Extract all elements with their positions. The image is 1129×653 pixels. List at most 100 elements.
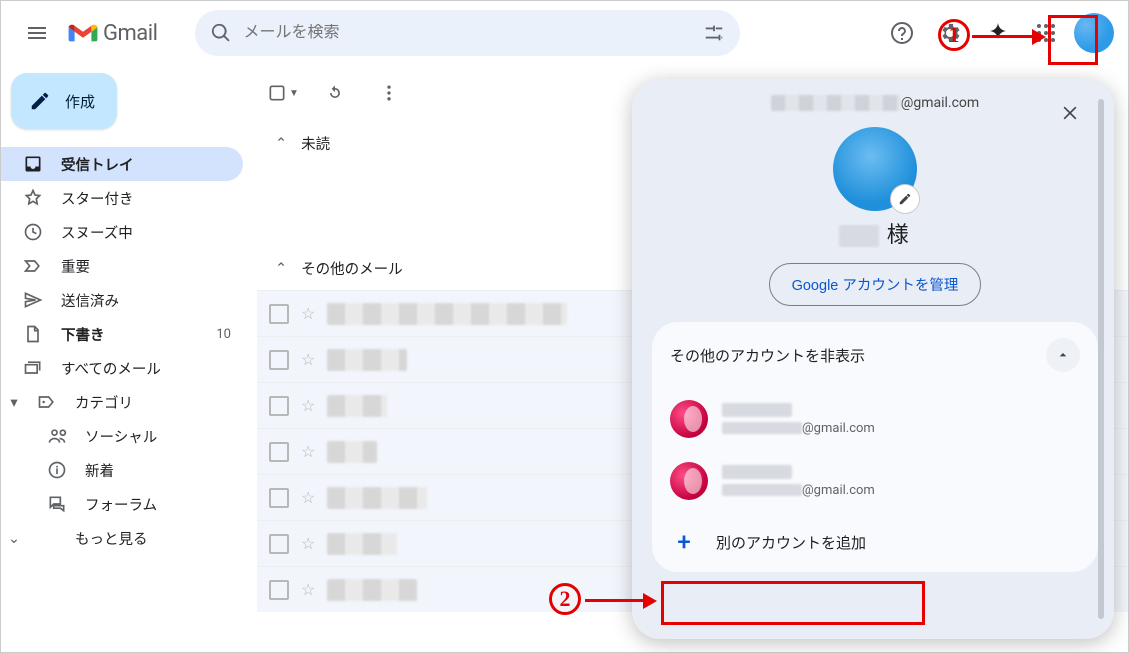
clock-icon <box>23 222 43 242</box>
important-icon <box>23 256 43 276</box>
apps-grid-icon <box>1036 23 1056 43</box>
avatar-icon <box>670 400 708 438</box>
sidebar-item-forums[interactable]: フォーラム <box>1 487 243 521</box>
email-domain: @gmail.com <box>802 421 875 436</box>
send-icon <box>23 290 43 310</box>
add-account-button[interactable]: + 別のアカウントを追加 <box>652 512 1098 572</box>
sidebar-item-label: 送信済み <box>61 290 119 311</box>
gmail-logo-icon <box>67 21 99 45</box>
more-vert-icon <box>379 83 399 103</box>
hide-other-accounts-toggle[interactable]: その他のアカウントを非表示 <box>652 322 1098 388</box>
sidebar-item-categories[interactable]: ▾ カテゴリ <box>1 385 243 419</box>
row-checkbox[interactable] <box>269 350 289 370</box>
other-account-row[interactable]: @gmail.com <box>652 388 1098 450</box>
row-star-icon[interactable]: ☆ <box>301 442 315 461</box>
row-star-icon[interactable]: ☆ <box>301 304 315 323</box>
compose-button[interactable]: 作成 <box>11 73 117 129</box>
sidebar-item-label: 新着 <box>85 460 114 481</box>
sidebar-item-label: 重要 <box>61 256 90 277</box>
select-all-checkbox[interactable]: ▼ <box>267 83 299 103</box>
redacted-name <box>839 225 879 247</box>
redacted-content <box>327 487 427 509</box>
support-button[interactable] <box>882 13 922 53</box>
category-icon <box>37 392 57 412</box>
close-panel-button[interactable] <box>1052 95 1088 131</box>
caret-down-icon: ▾ <box>7 394 21 411</box>
sidebar-item-inbox[interactable]: 受信トレイ <box>1 147 243 181</box>
search-input[interactable] <box>243 24 692 42</box>
redacted-content <box>327 349 407 371</box>
other-accounts-card: その他のアカウントを非表示 @gmail.com @gmail.com <box>652 322 1098 572</box>
redacted-name <box>722 403 792 417</box>
sidebar-item-label: フォーラム <box>85 494 157 515</box>
caret-down-icon: ▼ <box>289 88 299 99</box>
redacted-content <box>327 441 377 463</box>
sidebar-item-starred[interactable]: スター付き <box>1 181 243 215</box>
row-star-icon[interactable]: ☆ <box>301 396 315 415</box>
redacted-email-local <box>722 484 802 496</box>
hide-others-label: その他のアカウントを非表示 <box>670 345 865 366</box>
row-checkbox[interactable] <box>269 580 289 600</box>
sidebar-item-sent[interactable]: 送信済み <box>1 283 243 317</box>
row-checkbox[interactable] <box>269 534 289 554</box>
edit-avatar-button[interactable] <box>891 185 919 213</box>
more-button[interactable] <box>371 75 407 111</box>
current-account-email: @gmail.com <box>644 89 1106 111</box>
manage-account-button[interactable]: Google アカウントを管理 <box>769 263 982 306</box>
redacted-content <box>327 303 567 325</box>
sidebar-item-allmail[interactable]: すべてのメール <box>1 351 243 385</box>
other-account-row[interactable]: @gmail.com <box>652 450 1098 512</box>
row-checkbox[interactable] <box>269 442 289 462</box>
stacked-mail-icon <box>23 358 43 378</box>
redacted-email-local <box>771 95 901 111</box>
account-avatar-button[interactable] <box>1074 13 1114 53</box>
row-checkbox[interactable] <box>269 304 289 324</box>
row-checkbox[interactable] <box>269 396 289 416</box>
sidebar-item-drafts[interactable]: 下書き 10 <box>1 317 243 351</box>
sidebar: 作成 受信トレイ スター付き スヌーズ中 重要 送信済み 下書き 10 すべての… <box>1 65 257 652</box>
settings-button[interactable] <box>930 13 970 53</box>
tune-icon <box>703 22 725 44</box>
pencil-icon <box>29 90 51 112</box>
plus-icon: + <box>670 528 698 556</box>
refresh-icon <box>325 83 345 103</box>
draft-icon <box>23 324 43 344</box>
email-domain: @gmail.com <box>802 483 875 498</box>
pencil-icon <box>898 192 912 206</box>
sidebar-item-label: すべてのメール <box>61 358 161 379</box>
sidebar-item-snoozed[interactable]: スヌーズ中 <box>1 215 243 249</box>
sidebar-item-important[interactable]: 重要 <box>1 249 243 283</box>
sidebar-item-social[interactable]: ソーシャル <box>1 419 243 453</box>
search-button[interactable] <box>201 13 241 53</box>
row-star-icon[interactable]: ☆ <box>301 580 315 599</box>
google-apps-button[interactable] <box>1026 13 1066 53</box>
refresh-button[interactable] <box>317 75 353 111</box>
row-checkbox[interactable] <box>269 488 289 508</box>
chevron-up-icon: ⌃ <box>275 135 287 152</box>
row-star-icon[interactable]: ☆ <box>301 534 315 553</box>
search-bar[interactable] <box>195 10 740 56</box>
search-options-button[interactable] <box>694 13 734 53</box>
email-domain: @gmail.com <box>901 95 979 111</box>
sidebar-item-label: ソーシャル <box>85 426 157 447</box>
row-star-icon[interactable]: ☆ <box>301 488 315 507</box>
sidebar-item-label: 受信トレイ <box>61 154 134 175</box>
gear-icon <box>938 21 962 45</box>
sidebar-item-updates[interactable]: 新着 <box>1 453 243 487</box>
redacted-content <box>327 533 397 555</box>
compose-label: 作成 <box>65 91 95 112</box>
help-icon <box>890 21 914 45</box>
main-menu-button[interactable] <box>15 11 59 55</box>
gmail-logo[interactable]: Gmail <box>67 21 157 46</box>
account-avatar-large[interactable] <box>833 127 917 211</box>
row-star-icon[interactable]: ☆ <box>301 350 315 369</box>
star-icon <box>23 188 43 208</box>
sidebar-item-more[interactable]: ⌄ もっと見る <box>1 521 243 555</box>
sidebar-item-label: スター付き <box>61 188 134 209</box>
gemini-button[interactable] <box>978 13 1018 53</box>
account-meta: @gmail.com <box>722 403 875 436</box>
panel-scrollbar[interactable] <box>1098 99 1104 619</box>
name-suffix: 様 <box>887 223 911 248</box>
account-display-name: 様 <box>644 217 1106 249</box>
add-account-label: 別のアカウントを追加 <box>716 532 866 553</box>
